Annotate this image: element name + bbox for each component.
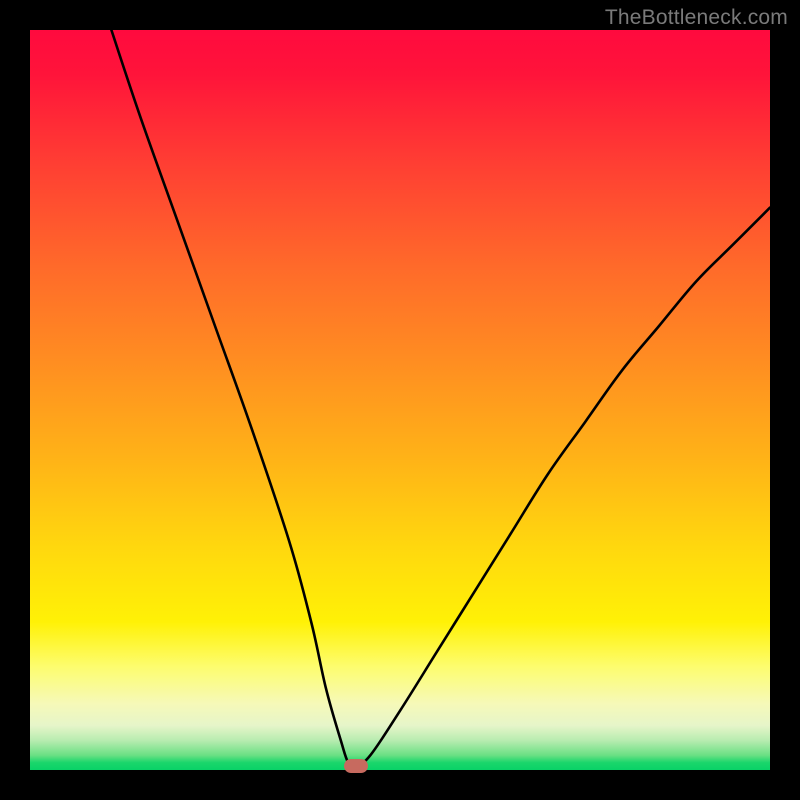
- bottleneck-curve: [30, 30, 770, 770]
- chart-frame: TheBottleneck.com: [0, 0, 800, 800]
- watermark-text: TheBottleneck.com: [605, 6, 788, 30]
- plot-area: [30, 30, 770, 770]
- minimum-marker: [344, 759, 368, 773]
